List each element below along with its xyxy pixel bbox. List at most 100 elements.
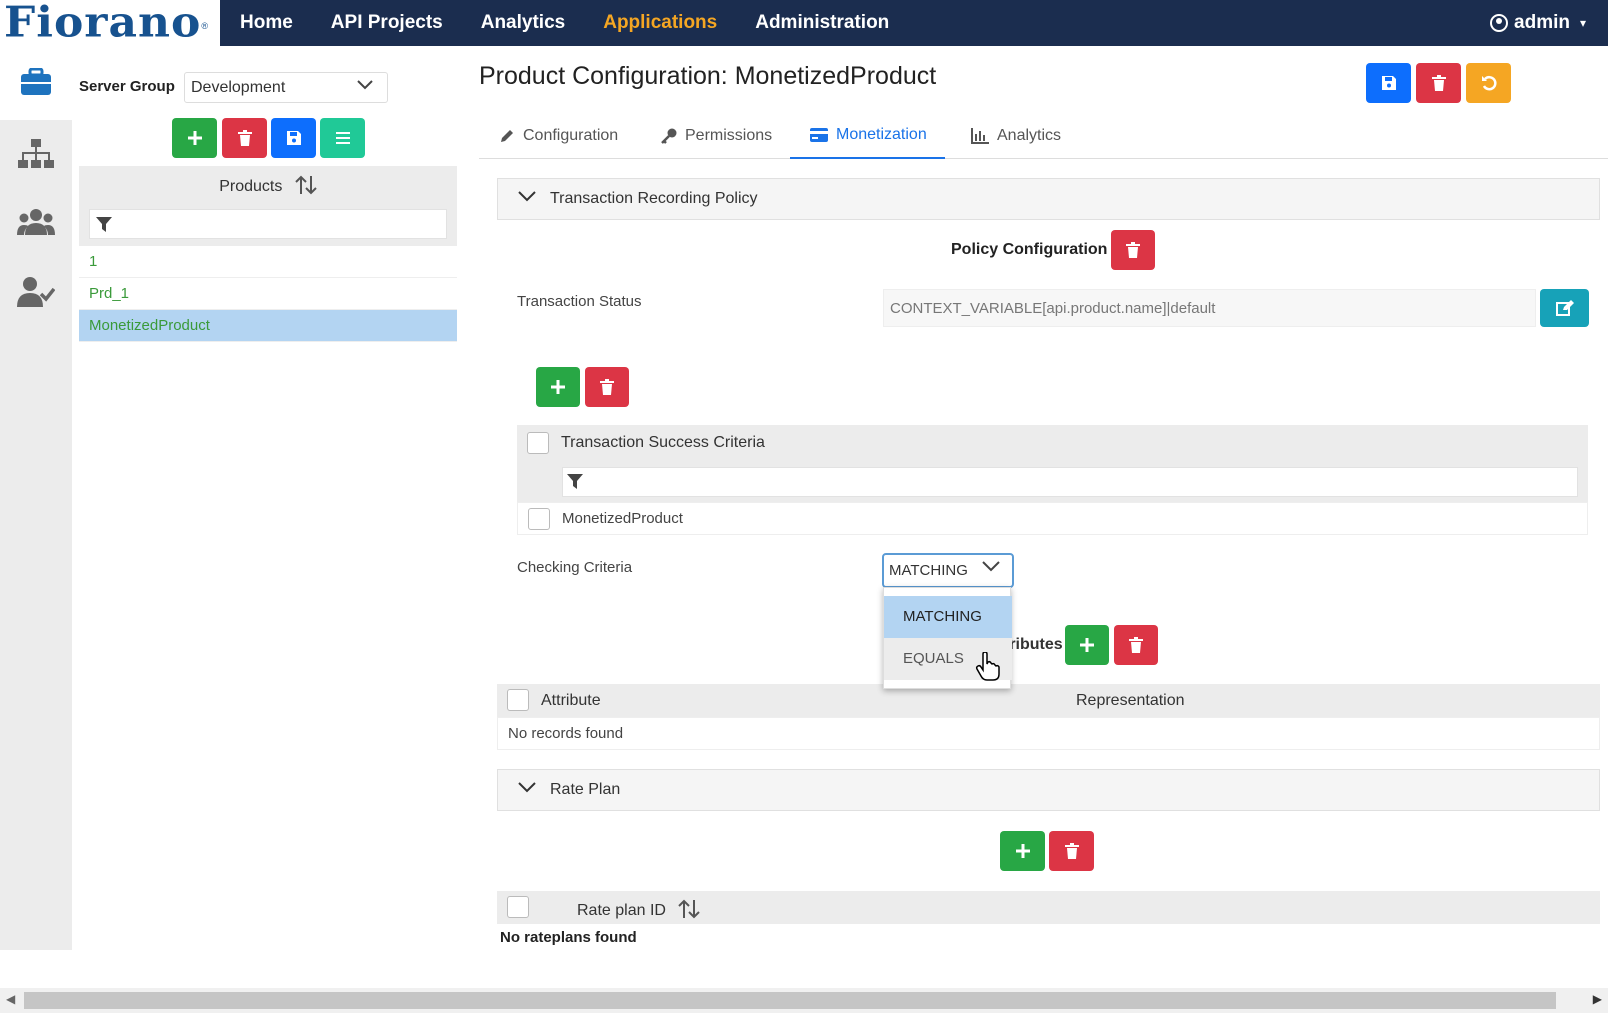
edit-icon (1555, 300, 1574, 316)
delete-product-button[interactable] (222, 118, 267, 158)
rate-plan-grid-header: Rate plan ID (497, 891, 1600, 924)
fiorano-logo[interactable]: Fiorano ® (0, 0, 220, 46)
tab-label: Configuration (523, 127, 619, 144)
tab-bar: Configuration Permissions Monetization A… (479, 113, 1608, 159)
horizontal-scrollbar[interactable]: ◀ ▶ (0, 988, 1608, 1013)
save-button[interactable] (1366, 63, 1411, 103)
tab-permissions[interactable]: Permissions (659, 113, 774, 159)
checking-criteria-select[interactable]: MATCHING (882, 553, 1014, 588)
table-row[interactable]: MonetizedProduct (517, 502, 1588, 535)
user-check-icon[interactable] (16, 272, 56, 312)
scroll-left-icon[interactable]: ◀ (6, 992, 15, 1006)
nav-api-projects[interactable]: API Projects (331, 12, 443, 34)
products-filter-input[interactable] (89, 209, 447, 239)
users-icon[interactable] (16, 202, 56, 242)
representation-column-header[interactable]: Representation (1076, 692, 1185, 710)
products-header-label: Products (219, 178, 283, 195)
transaction-status-field[interactable]: CONTEXT_VARIABLE[api.product.name]|defau… (883, 289, 1536, 327)
transaction-status-label: Transaction Status (517, 293, 642, 310)
tab-label: Permissions (685, 127, 773, 144)
sort-icon (678, 899, 701, 919)
plus-icon (1080, 638, 1094, 652)
select-all-checkbox[interactable] (507, 896, 529, 918)
user-menu[interactable]: admin ▾ (1490, 0, 1586, 46)
add-criteria-button[interactable] (536, 367, 580, 407)
page-title: Product Configuration: MonetizedProduct (479, 62, 937, 90)
plus-icon (1015, 844, 1030, 858)
bar-chart-icon (971, 128, 989, 144)
delete-button[interactable] (1416, 63, 1461, 103)
icon-rail (0, 46, 72, 950)
reset-button[interactable] (1466, 63, 1511, 103)
nav-home[interactable]: Home (240, 12, 293, 34)
server-group-label: Server Group (79, 78, 175, 95)
select-all-checkbox[interactable] (507, 689, 529, 711)
nav-analytics[interactable]: Analytics (481, 12, 565, 34)
nav-administration[interactable]: Administration (755, 12, 889, 34)
delete-policy-button[interactable] (1111, 230, 1155, 270)
attribute-column-header[interactable]: Attribute (541, 692, 601, 710)
attributes-empty-text: No records found (508, 725, 624, 742)
rate-plan-section-header[interactable]: Rate Plan (497, 769, 1600, 811)
chevron-down-icon (518, 190, 536, 208)
products-list: 1 Prd_1 MonetizedProduct (79, 246, 457, 342)
nav-applications[interactable]: Applications (603, 12, 717, 34)
tab-analytics[interactable]: Analytics (969, 113, 1063, 159)
plus-icon (551, 380, 565, 394)
hand-cursor-icon (975, 652, 1000, 681)
tab-monetization[interactable]: Monetization (790, 113, 945, 159)
save-product-button[interactable] (271, 118, 316, 158)
rate-plan-section-title: Rate Plan (550, 781, 621, 798)
list-item[interactable]: 1 (79, 246, 457, 278)
pencil-icon (499, 128, 515, 144)
tab-label: Analytics (997, 127, 1062, 144)
rate-plan-id-label: Rate plan ID (577, 902, 666, 919)
chevron-down-icon (518, 781, 536, 799)
plus-icon (187, 131, 202, 145)
select-all-checkbox[interactable] (527, 432, 549, 454)
server-group-select[interactable]: Development (184, 72, 388, 103)
server-group-value: Development (191, 79, 286, 96)
rate-plan-id-column-header[interactable]: Rate plan ID (577, 899, 701, 920)
caret-down-icon: ▾ (1579, 16, 1586, 30)
user-name: admin (1514, 12, 1570, 33)
checking-criteria-value: MATCHING (889, 562, 968, 579)
list-button[interactable] (320, 118, 365, 158)
tsc-grid-header: Transaction Success Criteria (517, 425, 1588, 502)
user-circle-icon (1490, 14, 1509, 32)
scrollbar-thumb[interactable] (24, 992, 1556, 1009)
trash-icon (237, 130, 252, 146)
trash-icon (600, 379, 614, 395)
key-icon (661, 128, 677, 144)
products-sort-header[interactable]: Products (79, 175, 457, 196)
option-matching[interactable]: MATCHING (884, 596, 1012, 638)
transaction-status-value: CONTEXT_VARIABLE[api.product.name]|defau… (890, 300, 1216, 317)
sitemap-icon[interactable] (16, 134, 56, 174)
delete-attribute-button[interactable] (1114, 625, 1158, 665)
list-item[interactable]: Prd_1 (79, 278, 457, 310)
top-navbar: Fiorano ® Home API Projects Analytics App… (0, 0, 1608, 46)
briefcase-icon[interactable] (16, 62, 56, 102)
add-rate-plan-button[interactable] (1000, 831, 1045, 871)
edit-transaction-status-button[interactable] (1540, 289, 1589, 327)
rate-plans-empty-text: No rateplans found (500, 929, 637, 946)
credit-card-icon (810, 128, 828, 142)
add-product-button[interactable] (172, 118, 217, 158)
row-checkbox[interactable] (528, 508, 550, 530)
scroll-right-icon[interactable]: ▶ (1593, 992, 1602, 1006)
filter-icon (96, 217, 112, 232)
trash-icon (1064, 843, 1079, 859)
delete-criteria-button[interactable] (585, 367, 629, 407)
list-item-selected[interactable]: MonetizedProduct (79, 310, 457, 342)
trp-section-header[interactable]: Transaction Recording Policy (497, 178, 1600, 220)
tab-label: Monetization (836, 126, 927, 143)
trash-icon (1126, 242, 1140, 258)
delete-rate-plan-button[interactable] (1049, 831, 1094, 871)
save-icon (1381, 76, 1396, 90)
trash-icon (1431, 75, 1446, 91)
tsc-filter-input[interactable] (562, 467, 1578, 497)
tab-configuration[interactable]: Configuration (497, 113, 620, 159)
add-attribute-button[interactable] (1065, 625, 1109, 665)
save-icon (286, 131, 301, 145)
chevron-down-icon (982, 559, 1000, 576)
